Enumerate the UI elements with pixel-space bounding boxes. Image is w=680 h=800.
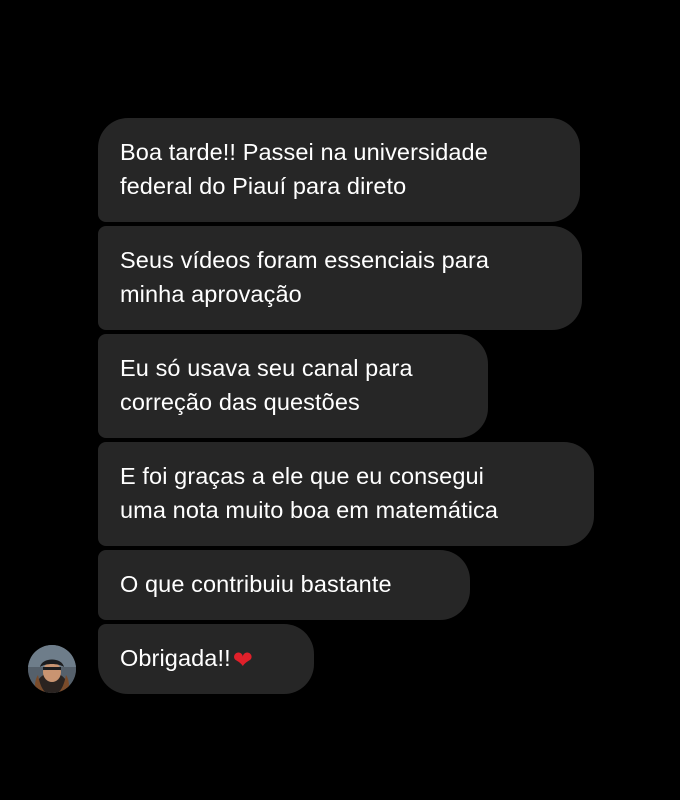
chat-screen: Boa tarde!! Passei na universidade feder… (0, 0, 680, 800)
message-bubble[interactable]: O que contribuiu bastante (98, 550, 470, 620)
avatar-photo-icon (28, 645, 76, 693)
message-text-line: Boa tarde!! Passei na universidade (120, 139, 488, 165)
message-text-line: E foi graças a ele que eu consegui (120, 463, 484, 489)
message-text: Obrigada!! (120, 645, 231, 671)
message-text-line: Seus vídeos foram essenciais para (120, 247, 490, 273)
message-text-line: Eu só usava seu canal para (120, 355, 413, 381)
message-text-line: minha aprovação (120, 281, 302, 307)
heart-emoji-icon: ❤ (232, 646, 253, 674)
message-text-line: federal do Piauí para direto (120, 173, 407, 199)
message-bubble[interactable]: Boa tarde!! Passei na universidade feder… (98, 118, 580, 222)
message-bubble[interactable]: Obrigada!!❤ (98, 624, 314, 694)
sender-avatar[interactable] (28, 645, 76, 693)
message-bubble[interactable]: Eu só usava seu canal para correção das … (98, 334, 488, 438)
message-text-line: Obrigada!!❤ (120, 641, 292, 675)
message-text-line: uma nota muito boa em matemática (120, 497, 499, 523)
message-text-line: correção das questões (120, 389, 360, 415)
message-text-line: O que contribuiu bastante (120, 571, 392, 597)
message-bubble[interactable]: Seus vídeos foram essenciais para minha … (98, 226, 582, 330)
message-bubble[interactable]: E foi graças a ele que eu consegui uma n… (98, 442, 594, 546)
